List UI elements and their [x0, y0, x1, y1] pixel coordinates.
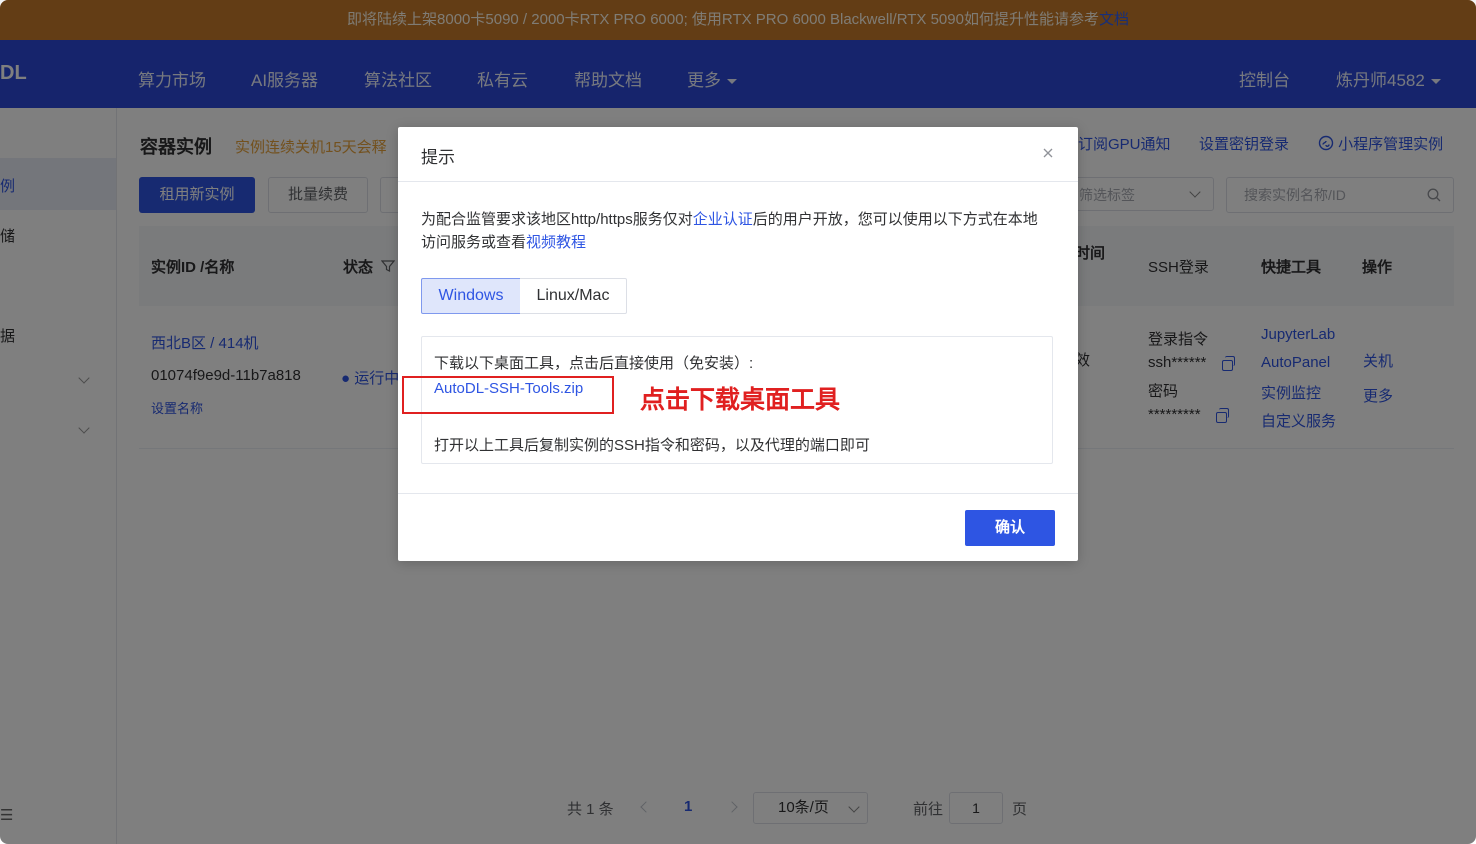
video-tutorial-link[interactable]: 视频教程 — [526, 234, 586, 251]
callout-annotation: 点击下载桌面工具 — [640, 386, 841, 414]
highlight-box — [402, 376, 614, 414]
desc-text-1: 为配合监管要求该地区http/https服务仅对 — [421, 211, 693, 228]
usage-instruction: 打开以上工具后复制实例的SSH指令和密码，以及代理的端口即可 — [434, 437, 870, 454]
dialog-header-divider — [398, 181, 1078, 182]
tab-windows[interactable]: Windows — [421, 278, 521, 314]
confirm-button[interactable]: 确认 — [965, 510, 1055, 546]
dialog-title: 提示 — [421, 148, 455, 167]
download-instruction: 下载以下桌面工具，点击后直接使用（免安装）: — [434, 355, 754, 372]
tip-dialog: 提示 为配合监管要求该地区http/https服务仅对企业认证后的用户开放，您可… — [398, 127, 1078, 561]
dialog-footer-divider — [398, 493, 1078, 494]
enterprise-auth-link[interactable]: 企业认证 — [693, 211, 753, 228]
close-icon[interactable] — [1040, 145, 1056, 161]
dialog-description: 为配合监管要求该地区http/https服务仅对企业认证后的用户开放，您可以使用… — [421, 208, 1051, 254]
tab-linux-mac[interactable]: Linux/Mac — [520, 278, 627, 314]
